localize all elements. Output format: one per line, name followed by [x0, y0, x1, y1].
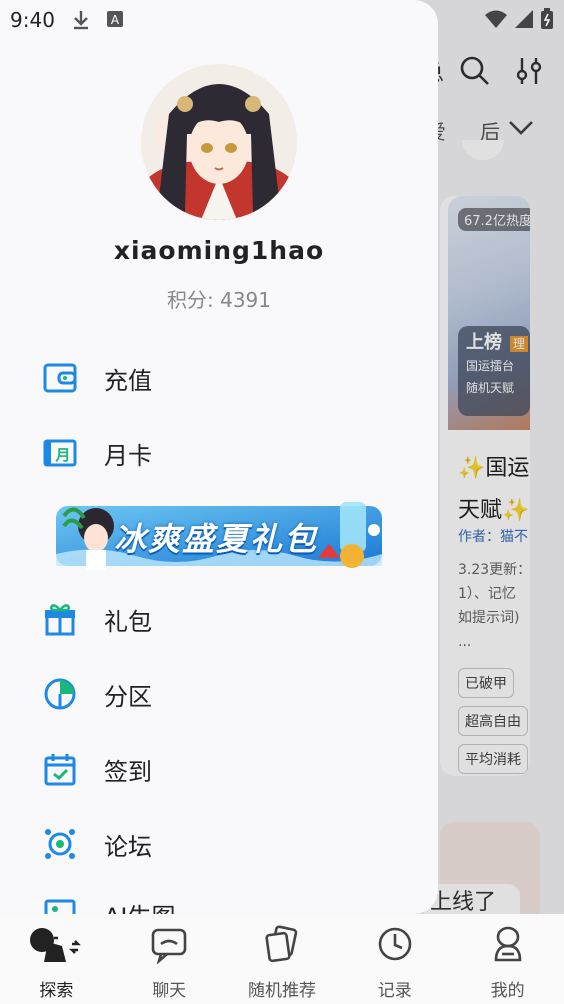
status-system-icons	[484, 8, 554, 30]
status-time: 9:40	[10, 8, 55, 32]
wallet-icon	[42, 360, 78, 396]
status-notifications: A	[72, 10, 124, 30]
menu-item-month-card[interactable]: 月 月卡	[0, 423, 438, 483]
random-cards-icon	[265, 925, 298, 963]
nav-tab-random[interactable]: 随机推荐	[226, 914, 339, 1004]
menu-item-check-in[interactable]: 签到	[0, 739, 438, 799]
nav-tab-chat[interactable]: 聊天	[113, 914, 226, 1004]
svg-text:A: A	[111, 13, 120, 27]
navigation-drawer: xiaoming1hao 积分: 4391 充值 月 月卡 冰爽盛夏礼包 礼包 …	[0, 0, 438, 914]
menu-item-forum[interactable]: 论坛	[0, 814, 438, 874]
signal-icon	[515, 10, 533, 28]
avatar-illustration	[141, 64, 297, 220]
explore-icon	[30, 928, 82, 962]
menu-label: 论坛	[104, 832, 152, 861]
calendar-check-icon	[42, 751, 78, 787]
forum-icon	[42, 826, 78, 862]
avatar[interactable]	[141, 64, 297, 220]
month-card-glyph: 月	[54, 446, 70, 464]
clock-icon	[378, 927, 412, 961]
status-bar: 9:40 A	[0, 0, 564, 38]
menu-item-gift-pack[interactable]: 礼包	[0, 589, 438, 649]
menu-label: 签到	[104, 757, 152, 786]
banner-title: 冰爽盛夏礼包	[114, 520, 319, 558]
gift-icon	[42, 601, 78, 637]
month-card-icon: 月	[42, 435, 78, 471]
nav-tab-explore[interactable]: 探索	[0, 914, 113, 1004]
nav-label: 聊天	[152, 981, 187, 1001]
nav-label: 记录	[377, 981, 412, 1001]
username: xiaoming1hao	[113, 236, 325, 265]
menu-item-ai-image[interactable]: AI生图	[0, 884, 438, 914]
bottom-navigation: 探索 聊天 随机推荐 记录 我的	[0, 914, 564, 1004]
profile-icon	[494, 926, 521, 962]
image-icon	[42, 896, 78, 914]
chat-icon	[151, 928, 187, 964]
nav-tab-history[interactable]: 记录	[338, 914, 451, 1004]
pie-chart-icon	[42, 676, 78, 712]
nav-label: 探索	[39, 981, 74, 1001]
menu-label: 充值	[104, 366, 152, 395]
menu-label: AI生图	[104, 897, 176, 915]
menu-item-recharge[interactable]: 充值	[0, 348, 438, 408]
points-balance: 积分: 4391	[167, 288, 271, 312]
summer-gift-banner[interactable]: 冰爽盛夏礼包	[56, 496, 382, 574]
wifi-icon	[485, 10, 507, 28]
menu-label: 礼包	[104, 607, 152, 636]
menu-label: 分区	[104, 682, 152, 711]
menu-label: 月卡	[104, 441, 152, 470]
menu-item-zones[interactable]: 分区	[0, 664, 438, 724]
download-icon	[74, 11, 88, 30]
app-notification-icon: A	[107, 11, 123, 27]
nav-tab-profile[interactable]: 我的	[451, 914, 564, 1004]
nav-label: 随机推荐	[247, 981, 316, 1001]
battery-icon	[541, 8, 553, 29]
nav-label: 我的	[490, 981, 525, 1001]
